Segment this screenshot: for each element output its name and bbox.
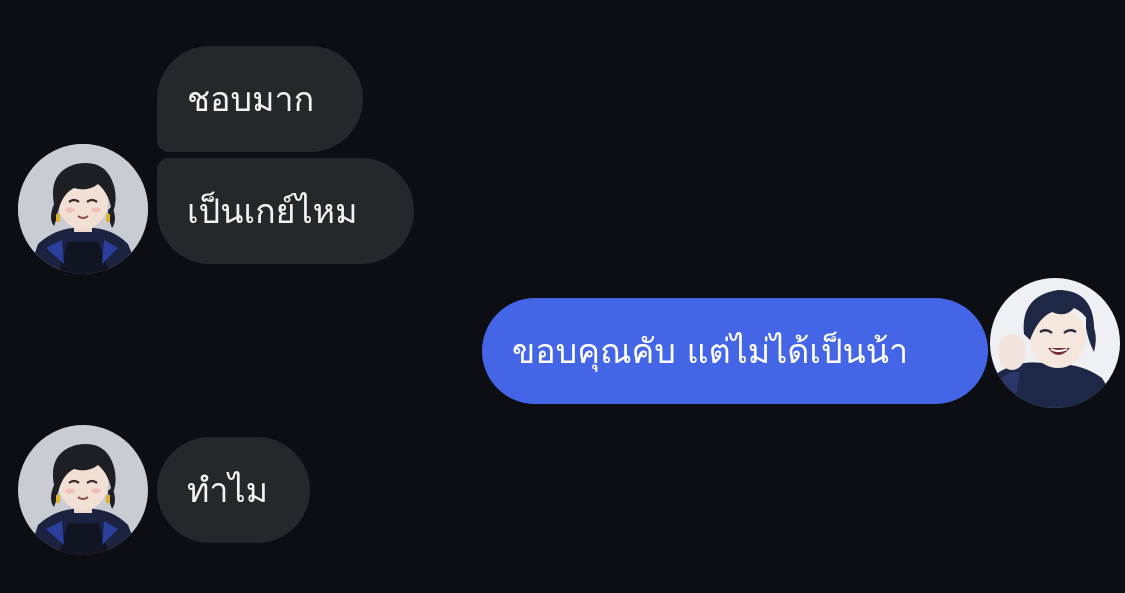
message-text: ทำไม bbox=[187, 471, 269, 511]
chat-thread: ชอบมาก เป็นเกย์ไหม ขอบคุณคับ แต่ไม่ได้เป… bbox=[0, 0, 1125, 593]
incoming-message-bubble[interactable]: เป็นเกย์ไหม bbox=[157, 158, 414, 264]
avatar-image bbox=[18, 144, 148, 274]
incoming-message-bubble[interactable]: ทำไม bbox=[157, 437, 310, 543]
outgoing-message-bubble[interactable]: ขอบคุณคับ แต่ไม่ได้เป็นน้า bbox=[482, 298, 988, 404]
incoming-message-bubble[interactable]: ชอบมาก bbox=[157, 46, 363, 152]
sender-avatar[interactable] bbox=[18, 425, 148, 555]
sender-avatar[interactable] bbox=[18, 144, 148, 274]
my-avatar[interactable] bbox=[990, 278, 1120, 408]
message-text: เป็นเกย์ไหม bbox=[187, 192, 358, 232]
avatar-image bbox=[990, 278, 1120, 408]
message-text: ขอบคุณคับ แต่ไม่ได้เป็นน้า bbox=[512, 332, 909, 372]
avatar-image bbox=[18, 425, 148, 555]
message-text: ชอบมาก bbox=[187, 80, 315, 120]
